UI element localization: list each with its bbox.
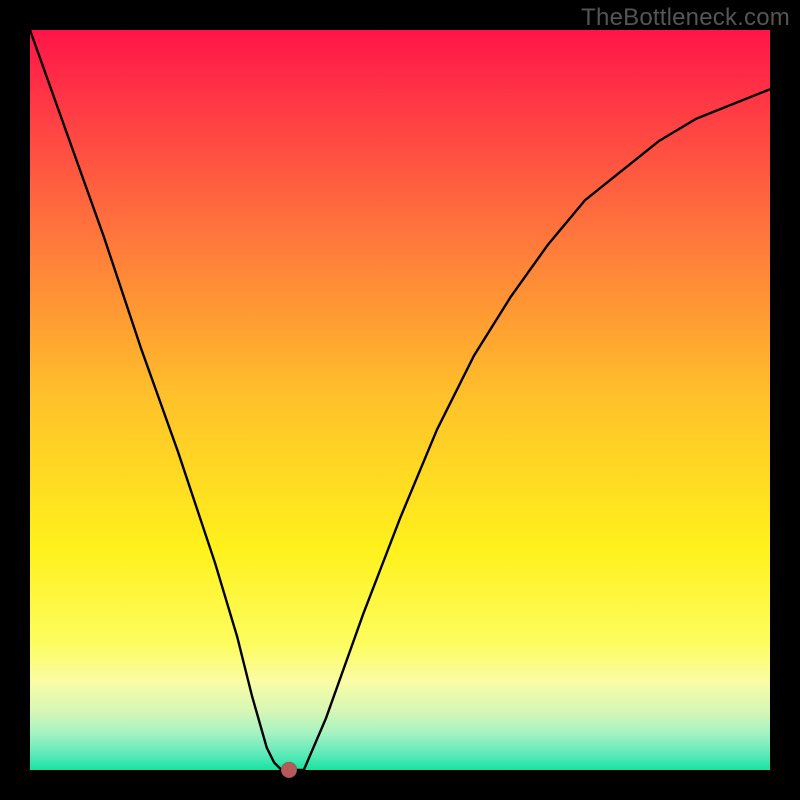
chart-container: TheBottleneck.com	[0, 0, 800, 800]
bottleneck-chart	[0, 0, 800, 800]
optimum-marker	[281, 762, 297, 778]
